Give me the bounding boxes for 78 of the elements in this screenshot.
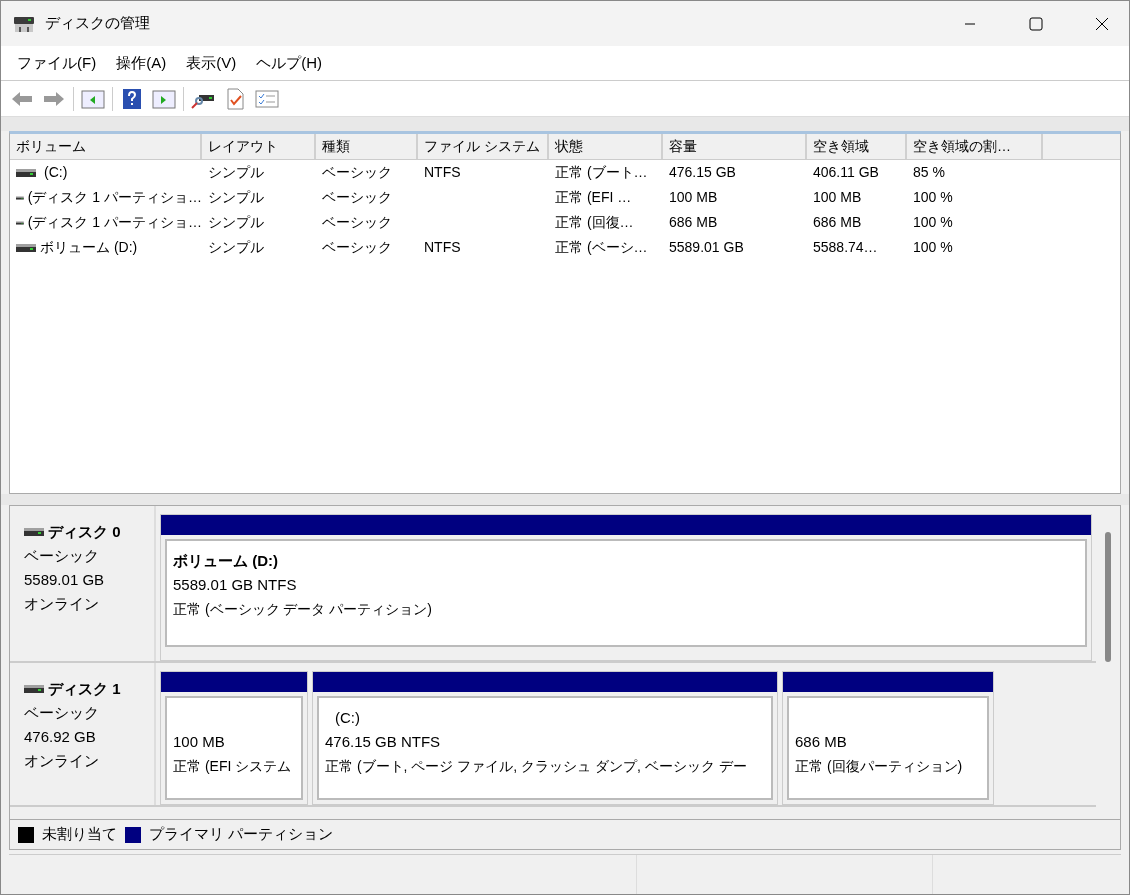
column-header[interactable]: 容量 [663,134,807,159]
table-cell-text: シンプル [208,213,264,232]
table-row[interactable]: ボリューム (D:) シンプル ベーシック NTFS 正常 (ベーシ… 5589.01 GB 5588.74… 100 % [10,235,1120,260]
partition-status: 正常 (ベーシック データ パーティション) [173,600,433,619]
table-cell-text: NTFS [424,163,461,182]
disk-type: ベーシック [24,546,100,566]
table-cell-text: ベーシック [322,238,392,257]
legend-label: プライマリ パーティション [149,824,334,845]
partition-size: 5589.01 GB NTFS [173,575,298,595]
disk-name: ディスク 0 [48,522,121,542]
table-cell-text: 100 % [913,188,953,207]
partition-block[interactable]: 686 MB 正常 (回復パーティション) [782,671,994,805]
partition-block[interactable]: 100 MB 正常 (EFI システム [160,671,308,805]
table-cell-text: シンプル [208,238,264,257]
menu-item[interactable]: 操作(A) [108,51,175,75]
table-cell-text: 5589.01 GB [669,238,744,257]
table-cell-text: 406.11 GB [813,163,879,182]
table-cell-text: ボリューム (D:) [40,238,138,257]
partition-size: 686 MB [795,732,848,752]
column-header[interactable]: 状態 [549,134,663,159]
table-cell-text: 100 % [913,213,953,232]
partition-status: 正常 (回復パーティション) [795,757,964,776]
table-cell-text: 正常 (EFI … [555,188,632,207]
partition-block[interactable]: (C:) 476.15 GB NTFS 正常 (ブート, ページ ファイル, クラッシュ ダンプ, ベーシック デー [312,671,778,805]
table-cell-text: 100 MB [813,188,862,207]
partition-size: 100 MB [173,732,226,752]
table-cell-text: (ディスク 1 パーティショ… [27,213,202,232]
partition-block[interactable]: ボリューム (D:) 5589.01 GB NTFS 正常 (ベーシック データ パーティション) [160,514,1092,661]
column-header[interactable]: 種類 [316,134,418,159]
table-cell-text: NTFS [424,238,461,257]
table-cell-text: (C:) [43,163,68,182]
partition-name: (C:) [334,708,361,728]
table-cell-text: (ディスク 1 パーティショ… [27,188,202,207]
drive-icon [13,14,35,33]
disk-size: 5589.01 GB [24,570,106,590]
legend-label: 未割り当て [42,824,117,845]
table-row[interactable]: (ディスク 1 パーティショ… シンプル ベーシック 正常 (回復… 686 MB 686 MB 100 % [10,210,1120,235]
table-cell-text: ベーシック [322,188,392,207]
table-cell-text: 正常 (ブート… [555,163,648,182]
column-header[interactable]: 空き領域 [807,134,907,159]
menu-item[interactable]: 表示(V) [178,51,245,75]
table-cell-text: 686 MB [813,213,862,232]
close-icon [1095,16,1109,31]
table-cell-text: 686 MB [669,213,718,232]
table-cell-text: 100 MB [669,188,718,207]
partition-name: ボリューム (D:) [173,551,279,571]
table-cell-text: シンプル [208,188,264,207]
column-header[interactable]: ファイル システム [418,134,549,159]
disk-name: ディスク 1 [48,679,121,699]
maximize-icon [1029,16,1043,31]
drive-icon [16,242,36,253]
window-title: ディスクの管理 [45,13,150,34]
table-cell-text: 5588.74… [813,238,878,257]
table-cell-text: 正常 (ベーシ… [555,238,648,257]
table-cell-text: 476.15 GB [669,163,736,182]
column-header[interactable]: ボリューム [10,134,202,159]
column-header[interactable]: レイアウト [202,134,316,159]
disk-size: 476.92 GB [24,727,97,747]
table-cell-text: ベーシック [322,213,392,232]
menu-item[interactable]: ヘルプ(H) [248,51,330,75]
table-cell-text: 85 % [913,163,945,182]
table-cell-text: ベーシック [322,163,392,182]
menu-item[interactable]: ファイル(F) [9,51,105,75]
partition-status: 正常 (EFI システム [173,757,293,776]
column-header[interactable]: 空き領域の割… [907,134,1043,159]
table-row[interactable]: (ディスク 1 パーティショ… シンプル ベーシック 正常 (EFI … 100 MB 100 MB 100 % [10,185,1120,210]
partition-size: 476.15 GB NTFS [325,732,442,752]
disk-status: オンライン [24,751,100,771]
table-cell-text: シンプル [208,163,264,182]
table-cell-text: 100 % [913,238,953,257]
disk-status: オンライン [24,594,100,614]
partition-status: 正常 (ブート, ページ ファイル, クラッシュ ダンプ, ベーシック デー [325,757,748,776]
drive-icon [16,167,36,178]
disk-type: ベーシック [24,703,100,723]
table-row[interactable]: (C:) シンプル ベーシック NTFS 正常 (ブート… 476.15 GB 406.11 GB 85 % [10,160,1120,185]
drive-icon [24,527,44,537]
drive-icon [24,684,44,694]
table-cell-text: 正常 (回復… [555,213,634,232]
